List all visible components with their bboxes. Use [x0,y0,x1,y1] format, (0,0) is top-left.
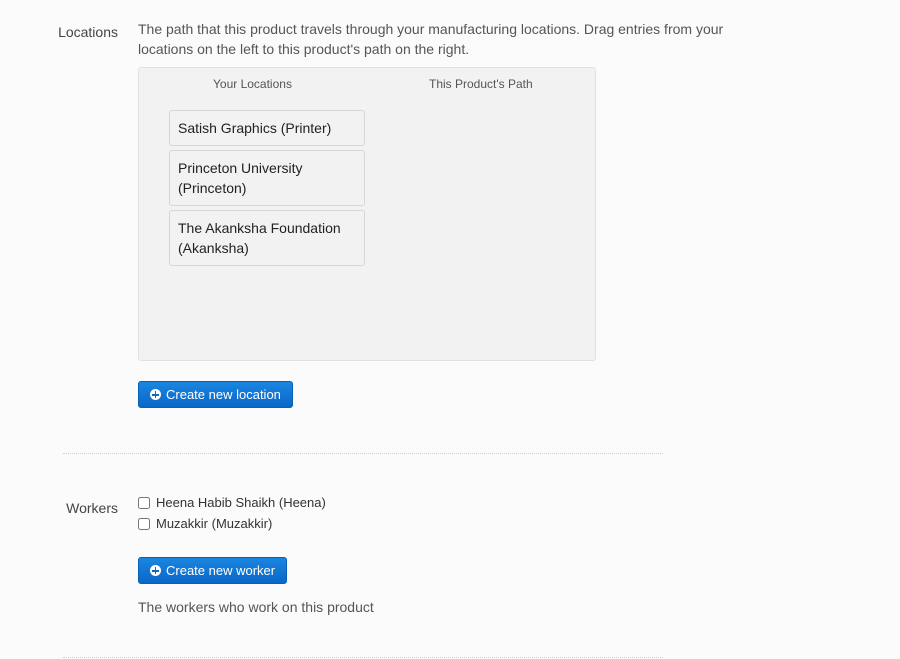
worker-name: Muzakkir (Muzakkir) [156,516,273,531]
worker-name: Heena Habib Shaikh (Heena) [156,495,326,510]
worker-checkbox[interactable] [138,517,150,530]
worker-checkbox[interactable] [138,496,150,509]
location-item[interactable]: The Akanksha Foundation (Akanksha) [169,210,365,266]
locations-label: Locations [58,24,118,40]
worker-checkbox-row[interactable]: Muzakkir (Muzakkir) [138,516,272,531]
locations-drag-panel: Your Locations This Product's Path Satis… [138,67,596,361]
plus-circle-icon [150,565,161,576]
your-locations-header: Your Locations [213,77,292,91]
location-item[interactable]: Satish Graphics (Printer) [169,110,365,146]
worker-checkbox-row[interactable]: Heena Habib Shaikh (Heena) [138,495,326,510]
create-worker-button[interactable]: Create new worker [138,557,288,584]
workers-help-text: The workers who work on this product [138,599,374,615]
create-worker-label: Create new worker [166,563,276,578]
create-location-label: Create new location [166,387,281,402]
plus-circle-icon [150,389,161,400]
product-path-header: This Product's Path [429,77,533,91]
section-divider [63,453,663,454]
location-item[interactable]: Princeton University (Princeton) [169,150,365,206]
section-divider [63,657,663,658]
locations-help-text: The path that this product travels throu… [138,21,724,57]
create-location-button[interactable]: Create new location [138,381,293,408]
workers-label: Workers [66,500,118,516]
